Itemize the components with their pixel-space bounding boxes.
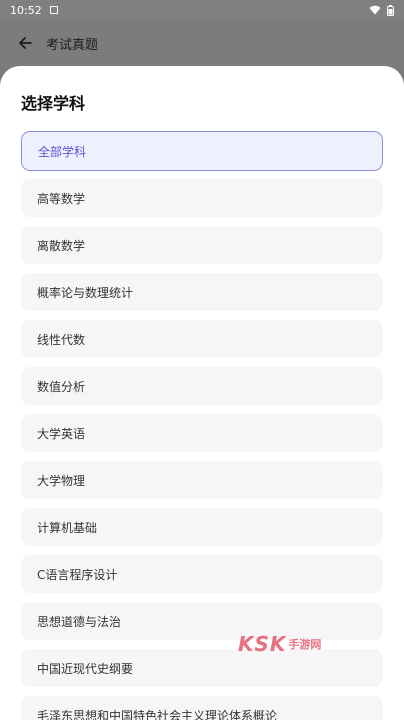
- subject-option[interactable]: 高等数学: [21, 179, 383, 217]
- arrow-left-icon[interactable]: [14, 32, 36, 54]
- subject-option[interactable]: 中国近现代史纲要: [21, 649, 383, 687]
- subject-option[interactable]: 数值分析: [21, 367, 383, 405]
- subject-option-selected[interactable]: 全部学科: [21, 131, 383, 171]
- sheet-title: 选择学科: [21, 94, 86, 113]
- page-title: 考试真题: [46, 37, 99, 53]
- subject-option[interactable]: 大学物理: [21, 461, 383, 499]
- subject-option[interactable]: 概率论与数理统计: [21, 273, 383, 311]
- status-bar: 10:52: [0, 0, 404, 20]
- subject-option[interactable]: 思想道德与法治: [21, 602, 383, 640]
- battery-icon: [387, 4, 394, 16]
- subject-option[interactable]: 毛泽东思想和中国特色社会主义理论体系概论: [21, 696, 383, 720]
- app-bar: 考试真题: [0, 20, 404, 66]
- notification-icon: [49, 6, 58, 14]
- subject-list: 全部学科高等数学离散数学概率论与数理统计 线性代数数值分析大学英语大学物理计算机基…: [21, 131, 383, 720]
- status-time: 10:52: [10, 3, 42, 17]
- subject-option[interactable]: 线性代数: [21, 320, 383, 358]
- wifi-icon: [369, 5, 381, 15]
- subject-option[interactable]: 离散数学: [21, 226, 383, 264]
- status-icons: [369, 4, 394, 16]
- subject-option[interactable]: 计算机基础: [21, 508, 383, 546]
- subject-option[interactable]: C语言程序设计: [21, 555, 383, 593]
- subject-picker-sheet: 选择学科 全部学科高等数学离散数学概率论与数理统计 线性代数数值分析大学英语大学物…: [0, 66, 404, 720]
- subject-option[interactable]: 大学英语: [21, 414, 383, 452]
